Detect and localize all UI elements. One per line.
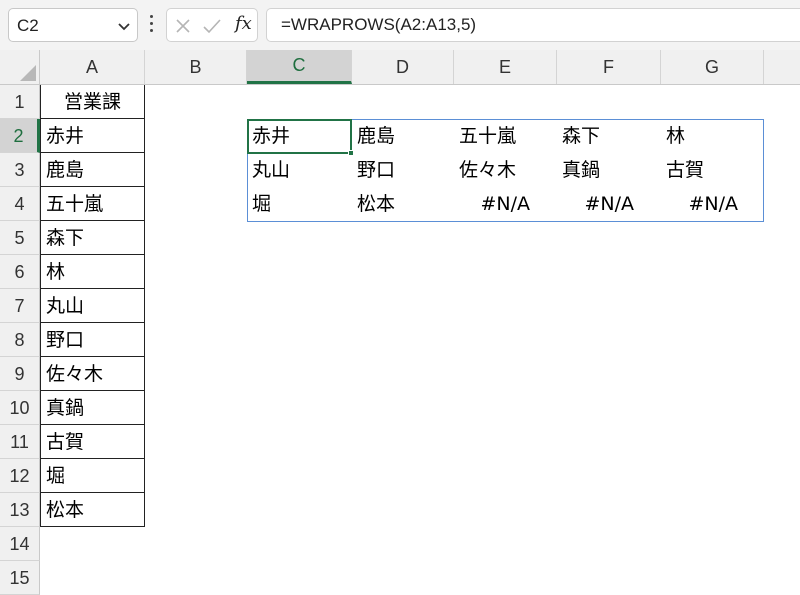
cell-a8[interactable]: 野口: [40, 323, 145, 357]
row-header-6[interactable]: 6: [0, 255, 40, 289]
column-header-h[interactable]: [764, 50, 800, 84]
cell-d2[interactable]: 鹿島: [352, 119, 454, 153]
formula-bar: C2 fx =WRAPROWS(A2:A13,5): [0, 0, 800, 50]
row-header-10[interactable]: 10: [0, 391, 40, 425]
chevron-down-icon[interactable]: [117, 19, 131, 33]
cell-a11[interactable]: 古賀: [40, 425, 145, 459]
cell-f4[interactable]: #N/A: [557, 187, 661, 221]
column-header-e[interactable]: E: [454, 50, 557, 84]
cell-a9[interactable]: 佐々木: [40, 357, 145, 391]
row-header-14[interactable]: 14: [0, 527, 40, 561]
row-header-3[interactable]: 3: [0, 153, 40, 187]
column-header-b[interactable]: B: [145, 50, 247, 84]
row-header-12[interactable]: 12: [0, 459, 40, 493]
cell-a13[interactable]: 松本: [40, 493, 145, 527]
cell-a12[interactable]: 堀: [40, 459, 145, 493]
cell-d4[interactable]: 松本: [352, 187, 454, 221]
cell-e2[interactable]: 五十嵐: [454, 119, 557, 153]
column-header-d[interactable]: D: [352, 50, 454, 84]
insert-function-icon[interactable]: fx: [235, 13, 252, 34]
more-options-icon[interactable]: [145, 11, 157, 39]
cell-c3[interactable]: 丸山: [247, 153, 352, 187]
cell-a2[interactable]: 赤井: [40, 119, 145, 153]
cell-a7[interactable]: 丸山: [40, 289, 145, 323]
column-header-c[interactable]: C: [247, 50, 352, 84]
cell-c2[interactable]: 赤井: [247, 119, 352, 153]
cell-e4[interactable]: #N/A: [454, 187, 557, 221]
row-header-2[interactable]: 2: [0, 119, 40, 153]
formula-buttons: fx: [166, 8, 258, 42]
cell-a1[interactable]: 営業課: [40, 85, 145, 119]
column-header-g[interactable]: G: [661, 50, 764, 84]
cell-a3[interactable]: 鹿島: [40, 153, 145, 187]
row-header-11[interactable]: 11: [0, 425, 40, 459]
enter-icon[interactable]: [203, 18, 221, 34]
fill-handle[interactable]: [348, 150, 354, 156]
row-header-15[interactable]: 15: [0, 561, 40, 595]
name-box[interactable]: C2: [8, 8, 138, 42]
name-box-value: C2: [17, 16, 39, 35]
cell-a4[interactable]: 五十嵐: [40, 187, 145, 221]
cell-a5[interactable]: 森下: [40, 221, 145, 255]
cell-g4[interactable]: #N/A: [661, 187, 764, 221]
row-header-13[interactable]: 13: [0, 493, 40, 527]
cell-a10[interactable]: 真鍋: [40, 391, 145, 425]
cell-g2[interactable]: 林: [661, 119, 764, 153]
cancel-icon[interactable]: [175, 18, 191, 34]
row-header-9[interactable]: 9: [0, 357, 40, 391]
row-header-7[interactable]: 7: [0, 289, 40, 323]
column-header-bar: A B C D E F G: [0, 50, 800, 85]
row-header-1[interactable]: 1: [0, 85, 40, 119]
cell-g3[interactable]: 古賀: [661, 153, 764, 187]
row-header-4[interactable]: 4: [0, 187, 40, 221]
cell-d3[interactable]: 野口: [352, 153, 454, 187]
cell-e3[interactable]: 佐々木: [454, 153, 557, 187]
formula-text: =WRAPROWS(A2:A13,5): [281, 15, 477, 34]
cell-a6[interactable]: 林: [40, 255, 145, 289]
column-header-f[interactable]: F: [557, 50, 661, 84]
select-all-button[interactable]: [0, 50, 40, 84]
row-header-5[interactable]: 5: [0, 221, 40, 255]
cell-c4[interactable]: 堀: [247, 187, 352, 221]
cell-f3[interactable]: 真鍋: [557, 153, 661, 187]
formula-input[interactable]: =WRAPROWS(A2:A13,5): [266, 8, 800, 42]
row-header-8[interactable]: 8: [0, 323, 40, 357]
column-header-a[interactable]: A: [40, 50, 145, 84]
cell-f2[interactable]: 森下: [557, 119, 661, 153]
